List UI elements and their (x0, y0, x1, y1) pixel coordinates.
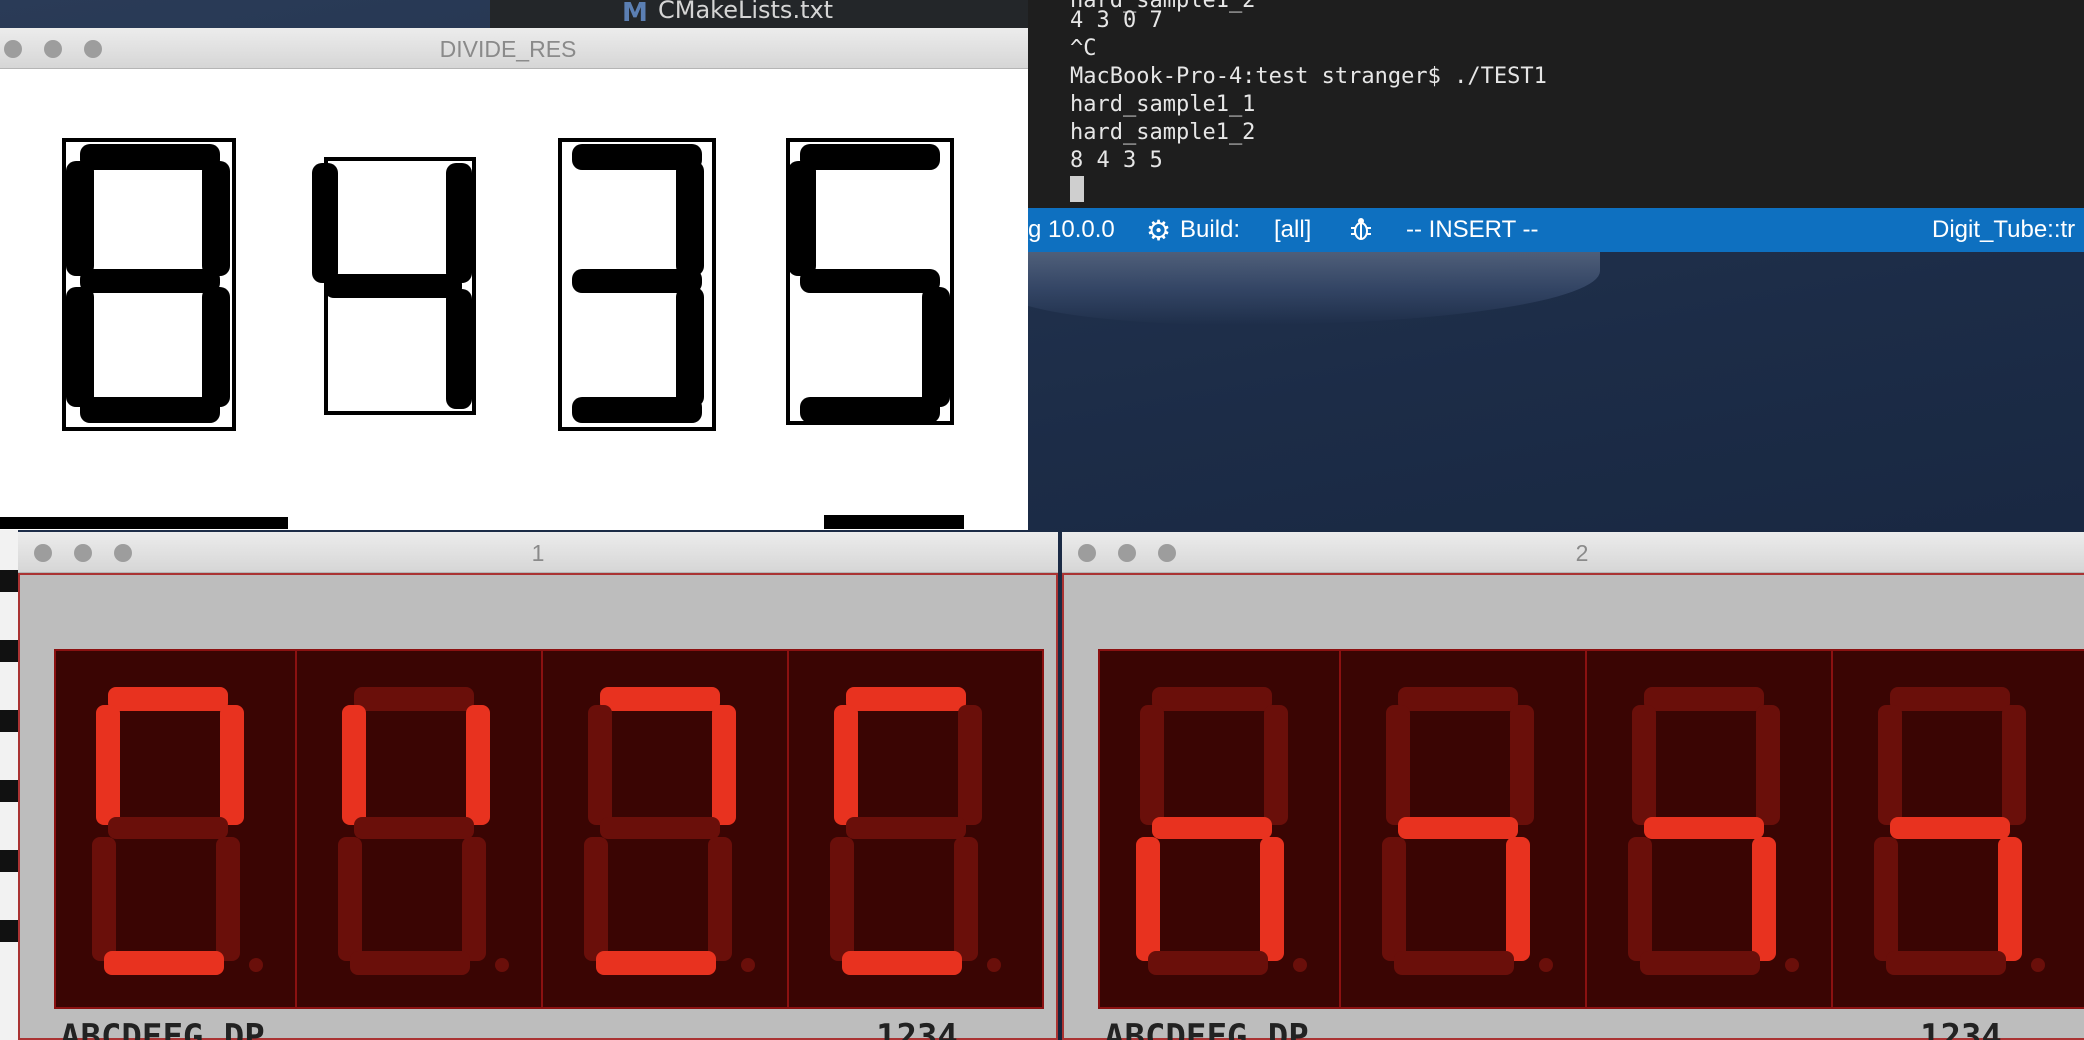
seven-segment-display (1098, 649, 2084, 1009)
digit-cell (1136, 687, 1307, 975)
ide-status-bar: g 10.0.0 ⚙ Build: [all] -- INSERT -- Dig… (1028, 208, 2084, 252)
status-right-text[interactable]: Digit_Tube::tr (1932, 216, 2075, 244)
terminal-line: hard_sample1_2 (1070, 120, 1256, 145)
digit-8-glyph (66, 144, 230, 423)
titlebar[interactable]: 1 (18, 532, 1058, 573)
digit-index-label: 1234 (1920, 1017, 2002, 1040)
digit-index-label: 1234 (876, 1017, 958, 1040)
window-title: DIVIDE_RES (439, 36, 577, 62)
terminal-line: MacBook-Pro-4:test stranger$ ./TEST1 (1070, 64, 1547, 89)
image-noise (824, 515, 964, 529)
digit-cell (338, 687, 509, 975)
segment-digits (1136, 651, 2045, 1007)
terminal-line: hard_sample1_1 (1070, 92, 1256, 117)
digit-5-glyph (788, 144, 950, 423)
seven-segment-panel: ABCDEFG DP 1234 (1062, 573, 2084, 1040)
seven-segment-display (54, 649, 1044, 1009)
window-title: 1 (531, 540, 545, 566)
segment-label: ABCDEFG DP (1104, 1017, 1309, 1040)
digit-cell (1874, 687, 2045, 975)
divide-res-image (0, 69, 1028, 530)
panel-window-1[interactable]: 1 ABCDEFG DP 1234 (18, 532, 1058, 1040)
titlebar[interactable]: DIVIDE_RES (0, 28, 1028, 69)
panel-window-2[interactable]: 2 ABCDEFG DP 1234 (1062, 532, 2084, 1040)
cmake-file-icon: M (622, 0, 648, 28)
terminal-line: 4 3 0 7 (1070, 8, 1163, 33)
divide-res-window[interactable]: DIVIDE_RES (0, 28, 1028, 530)
digit-3-glyph (572, 144, 704, 423)
image-noise (0, 517, 288, 529)
seven-segment-panel: ABCDEFG DP 1234 (18, 573, 1058, 1040)
window-title: 2 (1575, 540, 1589, 566)
segment-digits (92, 651, 1001, 1007)
file-item-cmakelists[interactable]: CMakeLists.txt (658, 0, 833, 24)
compiler-version[interactable]: g 10.0.0 (1028, 216, 1115, 244)
gear-icon[interactable]: ⚙ (1146, 214, 1171, 247)
segment-label: ABCDEFG DP (60, 1017, 265, 1040)
terminal-line: ^C (1070, 36, 1097, 61)
digit-cell (1628, 687, 1799, 975)
build-button[interactable]: Build: (1180, 216, 1240, 244)
build-target[interactable]: [all] (1274, 216, 1311, 244)
segmented-digits-image (0, 138, 964, 529)
digit-cell (1382, 687, 1553, 975)
background-window-strip (0, 530, 18, 1040)
digit-4-glyph (312, 163, 472, 409)
titlebar[interactable]: 2 (1062, 532, 2084, 573)
vim-mode: -- INSERT -- (1406, 216, 1539, 243)
ide-file-tree: M CMakeLists.txt (490, 0, 1030, 28)
digit-cell (584, 687, 755, 975)
terminal-window[interactable]: hard_sample1_2 4 3 0 7 ^C MacBook-Pro-4:… (1028, 0, 2084, 208)
terminal-cursor (1070, 176, 1084, 202)
digit-cell (92, 687, 263, 975)
digit-cell (830, 687, 1001, 975)
bug-icon[interactable] (1350, 216, 1372, 242)
terminal-line: 8 4 3 5 (1070, 148, 1163, 173)
